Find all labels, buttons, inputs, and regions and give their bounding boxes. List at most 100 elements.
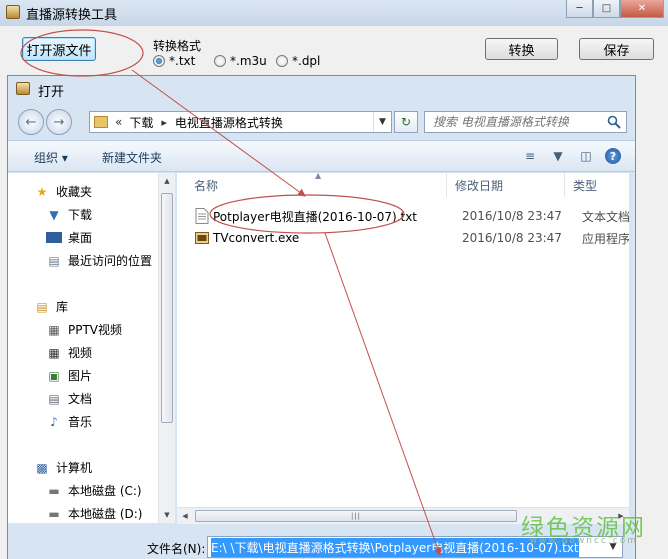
nav-item-documents[interactable]: ▤ 文档 — [46, 390, 92, 407]
back-arrow-icon[interactable]: ← — [18, 109, 44, 135]
address-segment-download[interactable]: 下载 — [129, 114, 153, 131]
dialog-title: 打开 — [38, 85, 65, 100]
column-header-type-label: 类型 — [573, 178, 598, 193]
command-bar: 组织 ▾ 新建文件夹 ≡ ▼ ◫ ? — [8, 140, 635, 172]
video-library-icon: ▦ — [48, 322, 60, 337]
window-controls: ─ □ ✕ — [566, 0, 664, 18]
organize-menu[interactable]: 组织 ▾ — [34, 149, 68, 166]
refresh-icon[interactable]: ↻ — [394, 111, 418, 133]
column-header-modified[interactable]: 修改日期 — [447, 173, 565, 197]
file-name: Potplayer电视直播(2016-10-07).txt — [213, 209, 418, 224]
radio-button-m3u[interactable] — [214, 55, 226, 67]
desktop-icon — [46, 232, 62, 243]
scroll-up-icon[interactable]: ▲ — [159, 173, 175, 189]
nav-libraries-label: 库 — [56, 300, 69, 314]
music-note-icon: ♪ — [50, 414, 58, 429]
file-list: ▲ 名称 修改日期 类型 Potplayer电视直播(2016-10-07).t… — [177, 173, 629, 507]
file-row[interactable]: TVconvert.exe 2016/10/8 23:47 应用程序 — [177, 227, 629, 249]
nav-libraries[interactable]: ▤ 库 — [34, 298, 68, 315]
nav-computer[interactable]: ▩ 计算机 — [34, 459, 92, 476]
open-source-file-button[interactable]: 打开源文件 — [22, 37, 96, 61]
horizontal-scroll-thumb[interactable]: ||| — [195, 510, 517, 522]
nav-favorites-label: 收藏夹 — [56, 185, 93, 199]
nav-item-videos-label: 视频 — [68, 346, 93, 360]
close-icon[interactable]: ✕ — [620, 0, 664, 18]
address-dropdown-icon[interactable]: ▼ — [373, 112, 391, 132]
download-folder-icon: ▼ — [49, 207, 59, 222]
preview-pane-icon[interactable]: ◫ — [577, 147, 595, 165]
nav-item-drive-c-label: 本地磁盘 (C:) — [68, 484, 142, 498]
search-box[interactable] — [424, 111, 627, 133]
dialog-app-icon — [16, 82, 30, 95]
radio-format-dpl[interactable]: *.dpl — [276, 54, 320, 68]
address-segment-folder[interactable]: 电视直播源格式转换 — [175, 114, 283, 131]
file-modified: 2016/10/8 23:47 — [462, 209, 562, 223]
navigation-pane-scrollbar[interactable]: ▲ ▼ — [158, 173, 175, 523]
nav-item-documents-label: 文档 — [68, 392, 93, 406]
radio-button-dpl[interactable] — [276, 55, 288, 67]
view-options-icon[interactable]: ≡ — [521, 147, 539, 165]
nav-item-pptv[interactable]: ▦ PPTV视频 — [46, 321, 122, 338]
column-header-name-label: 名称 — [194, 178, 219, 193]
file-modified: 2016/10/8 23:47 — [462, 231, 562, 245]
scroll-down-icon[interactable]: ▼ — [159, 507, 175, 523]
navigation-scroll-thumb[interactable] — [161, 193, 173, 423]
nav-item-drive-d[interactable]: ▬ 本地磁盘 (D:) — [46, 505, 142, 522]
view-dropdown-icon[interactable]: ▼ — [549, 147, 567, 165]
computer-icon: ▩ — [36, 460, 48, 475]
scroll-left-icon[interactable]: ◀ — [177, 508, 193, 524]
minimize-icon[interactable]: ─ — [566, 0, 593, 18]
document-icon: ▤ — [48, 391, 60, 406]
picture-icon: ▣ — [48, 368, 60, 383]
exe-file-icon — [195, 232, 209, 244]
chevron-right-icon[interactable]: ▸ — [161, 116, 167, 129]
format-label: 转换格式 — [153, 39, 202, 53]
column-header-modified-label: 修改日期 — [455, 178, 504, 193]
maximize-icon[interactable]: □ — [593, 0, 620, 18]
text-file-icon — [195, 208, 209, 224]
main-titlebar: 直播源转换工具 ─ □ ✕ — [0, 0, 668, 26]
hard-drive-icon: ▬ — [48, 506, 60, 521]
nav-item-recent-label: 最近访问的位置 — [68, 254, 153, 268]
recent-places-icon: ▤ — [48, 253, 60, 268]
nav-item-videos[interactable]: ▦ 视频 — [46, 344, 92, 361]
folder-icon — [94, 116, 108, 128]
nav-favorites[interactable]: ★ 收藏夹 — [34, 183, 92, 200]
nav-item-drive-c[interactable]: ▬ 本地磁盘 (C:) — [46, 482, 142, 499]
address-overflow[interactable]: « — [115, 115, 122, 129]
nav-item-desktop[interactable]: 桌面 — [46, 229, 92, 246]
radio-format-txt[interactable]: *.txt — [153, 54, 195, 68]
search-icon[interactable] — [607, 115, 621, 129]
hard-drive-icon: ▬ — [48, 483, 60, 498]
radio-label-m3u: *.m3u — [230, 54, 267, 68]
column-header-name[interactable]: ▲ 名称 — [177, 173, 447, 197]
dialog-titlebar: 打开 — [8, 76, 635, 102]
new-folder-button[interactable]: 新建文件夹 — [102, 149, 162, 166]
file-row[interactable]: Potplayer电视直播(2016-10-07).txt 2016/10/8 … — [177, 205, 629, 227]
column-header-type[interactable]: 类型 — [565, 173, 629, 197]
filename-label: 文件名(N): — [147, 542, 206, 556]
nav-item-download-label: 下载 — [68, 208, 93, 222]
radio-format-m3u[interactable]: *.m3u — [214, 54, 267, 68]
nav-item-recent[interactable]: ▤ 最近访问的位置 — [46, 252, 152, 269]
file-type: 文本文档 — [582, 209, 629, 224]
file-name: TVconvert.exe — [213, 231, 300, 245]
forward-arrow-icon[interactable]: → — [46, 109, 72, 135]
navigation-pane: ★ 收藏夹 ▼ 下载 桌面 ▤ 最近访问的位置 ▤ 库 ▦ PPTV视频 ▦ 视… — [8, 173, 158, 523]
nav-item-music[interactable]: ♪ 音乐 — [46, 413, 92, 430]
app-icon — [6, 5, 20, 19]
radio-button-txt[interactable] — [153, 55, 165, 67]
help-icon[interactable]: ? — [605, 148, 621, 164]
file-type: 应用程序 — [582, 231, 629, 246]
nav-item-download[interactable]: ▼ 下载 — [46, 206, 92, 223]
search-input[interactable] — [431, 114, 601, 130]
convert-button[interactable]: 转换 — [485, 38, 558, 60]
address-bar[interactable]: « 下载 ▸ 电视直播源格式转换 ▼ — [89, 111, 392, 133]
nav-item-pictures-label: 图片 — [68, 369, 93, 383]
main-window-title: 直播源转换工具 — [26, 8, 118, 23]
save-button[interactable]: 保存 — [579, 38, 654, 60]
nav-item-pictures[interactable]: ▣ 图片 — [46, 367, 92, 384]
radio-label-txt: *.txt — [169, 54, 196, 68]
nav-item-desktop-label: 桌面 — [68, 231, 93, 245]
star-icon: ★ — [36, 184, 48, 199]
